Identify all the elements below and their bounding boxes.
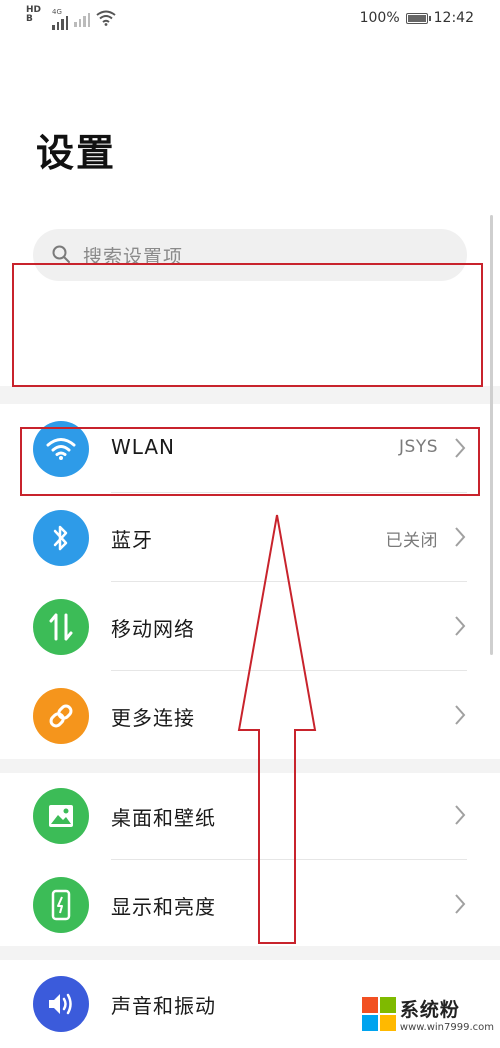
settings-item-label: 移动网络 <box>111 617 195 641</box>
bluetooth-icon <box>33 510 89 566</box>
mobile-data-icon <box>33 599 89 655</box>
chevron-right-icon <box>455 705 466 725</box>
battery-icon <box>405 12 431 24</box>
clock: 12:42 <box>433 10 474 26</box>
settings-item-label: 桌面和壁纸 <box>111 806 216 830</box>
signal-icon: 4G <box>52 6 68 30</box>
page-title: 设置 <box>36 131 117 175</box>
hd-indicator: HD B <box>26 6 46 24</box>
battery-percent: 100% <box>359 10 400 26</box>
annotation-box-wlan <box>20 427 480 496</box>
wallpaper-icon <box>33 788 89 844</box>
signal-secondary-icon <box>74 9 90 27</box>
settings-item-label: 更多连接 <box>111 706 195 730</box>
chevron-right-icon <box>455 616 466 636</box>
chevron-right-icon <box>455 805 466 825</box>
settings-item-value: 已关闭 <box>385 531 438 551</box>
watermark-url: www.win7999.com <box>399 1022 494 1033</box>
display-icon <box>33 877 89 933</box>
watermark-title: 系统粉 <box>399 999 460 1021</box>
annotation-arrow-up-icon <box>237 514 317 944</box>
status-bar: HD B 4G 100% 12:42 <box>0 0 500 40</box>
wifi-status-icon <box>96 10 116 26</box>
watermark: 系统粉 www.win7999.com <box>361 995 494 1033</box>
settings-item-label: 蓝牙 <box>111 528 153 552</box>
chevron-right-icon <box>455 527 466 547</box>
windows-logo-icon <box>361 997 396 1031</box>
link-icon <box>33 688 89 744</box>
scrollbar[interactable] <box>490 215 493 655</box>
chevron-right-icon <box>455 894 466 914</box>
search-icon <box>52 245 70 263</box>
annotation-box-search <box>12 263 483 387</box>
settings-item-label: 声音和振动 <box>111 994 216 1018</box>
settings-item-label: 显示和亮度 <box>111 895 216 919</box>
hd-bottom-label: B <box>26 14 33 24</box>
group-separator <box>0 386 500 404</box>
sound-icon <box>33 976 89 1032</box>
